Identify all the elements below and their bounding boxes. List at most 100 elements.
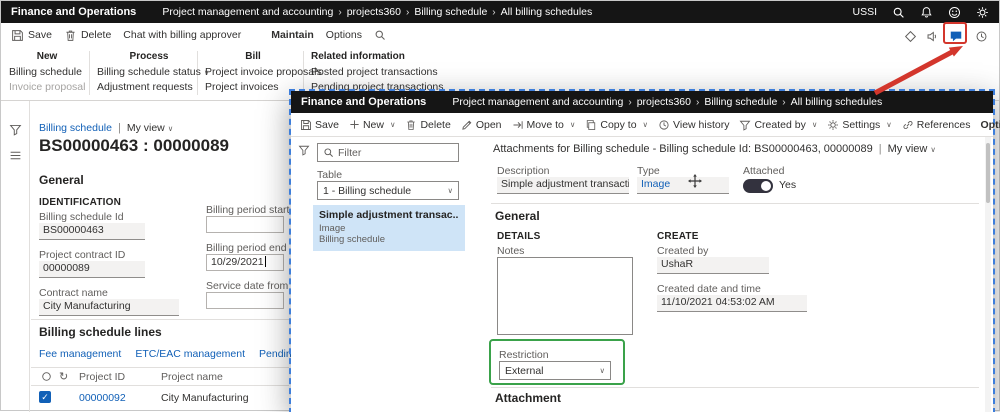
view-selector[interactable]: My view	[127, 122, 165, 134]
breadcrumb-item[interactable]: Billing schedule	[704, 96, 777, 108]
tab-maintain[interactable]: Maintain	[265, 23, 320, 47]
move-cursor-icon	[687, 173, 703, 189]
restriction-select[interactable]: External∨	[499, 361, 611, 380]
general-section-header[interactable]: General	[495, 209, 540, 223]
content-header: Attachments for Billing schedule - Billi…	[493, 143, 936, 155]
grid-col-project-name[interactable]: Project name	[161, 371, 223, 383]
breadcrumb-item[interactable]: projects360	[637, 96, 691, 108]
chevron-down-icon: ∨	[812, 120, 818, 129]
contract-name-field[interactable]: City Manufacturing	[39, 299, 179, 316]
type-field[interactable]: Image	[637, 177, 729, 194]
settings-button[interactable]: Settings∨	[822, 119, 896, 131]
project-invoice-proposals-button[interactable]: Project invoice proposals	[205, 65, 301, 80]
form-caption-link[interactable]: Billing schedule	[39, 122, 112, 134]
chevron-down-icon: ∨	[930, 145, 936, 154]
breadcrumb-separator-icon: ›	[782, 97, 785, 108]
service-date-from-field[interactable]	[206, 292, 284, 309]
breadcrumb-separator-icon: ›	[696, 97, 699, 108]
bell-icon[interactable]	[920, 6, 933, 19]
billing-period-end-field[interactable]: 10/29/2021	[206, 254, 284, 271]
posted-project-transactions-button[interactable]: Posted project transactions	[311, 65, 461, 80]
grid-row[interactable]: ✓ 00000092 City Manufacturing	[31, 386, 289, 412]
breadcrumb-item[interactable]: Project management and accounting	[162, 6, 333, 18]
copy-icon	[585, 119, 597, 131]
breadcrumb-item[interactable]: projects360	[347, 6, 401, 18]
created-datetime-field[interactable]: 11/10/2021 04:53:02 AM	[657, 295, 807, 312]
ribbon-group-new: New Billing schedule Invoice proposal	[9, 51, 85, 95]
view-history-icon[interactable]	[975, 30, 988, 43]
messages-icon[interactable]	[949, 29, 963, 43]
breadcrumb-item[interactable]: Project management and accounting	[452, 96, 623, 108]
new-billing-schedule-button[interactable]: Billing schedule	[9, 65, 85, 80]
tab-options[interactable]: Options	[320, 23, 368, 47]
grid-cell-project-id[interactable]: 00000092	[79, 392, 126, 404]
adjustment-requests-button[interactable]: Adjustment requests	[97, 80, 201, 95]
grid-col-project-id[interactable]: Project ID	[79, 371, 125, 383]
app-title[interactable]: Finance and Operations	[301, 96, 426, 108]
section-general-header[interactable]: General	[39, 173, 84, 187]
tab-list-menu-icon[interactable]	[9, 149, 22, 162]
attachment-item-title: Simple adjustment transac...	[319, 209, 459, 221]
billing-schedule-id-field[interactable]: BS00000463	[39, 223, 145, 240]
settings-gear-icon[interactable]	[976, 6, 989, 19]
attachment-section-header[interactable]: Attachment	[495, 391, 561, 405]
action-pane-search-icon[interactable]	[368, 23, 392, 47]
feedback-smiley-icon[interactable]	[948, 6, 961, 19]
tab-fee-management[interactable]: Fee management	[39, 348, 121, 360]
save-button[interactable]: Save	[5, 23, 58, 47]
announcements-icon[interactable]	[926, 30, 939, 43]
breadcrumb-item[interactable]: All billing schedules	[791, 96, 883, 108]
created-datetime-label: Created date and time	[657, 283, 761, 295]
copy-to-button[interactable]: Copy to∨	[580, 119, 653, 131]
search-icon[interactable]	[892, 6, 905, 19]
lines-section-header[interactable]: Billing schedule lines	[39, 325, 162, 339]
create-group-header: CREATE	[657, 231, 699, 242]
attached-toggle-value: Yes	[779, 179, 796, 191]
refresh-icon[interactable]: ↻	[59, 370, 68, 383]
filter-pane-funnel-icon[interactable]	[9, 123, 22, 136]
references-button[interactable]: References	[897, 119, 976, 131]
row-checkbox[interactable]: ✓	[39, 391, 51, 403]
rail-divider	[29, 101, 30, 412]
pencil-icon	[461, 119, 473, 131]
filter-input[interactable]: Filter	[317, 143, 459, 162]
attachment-list-item[interactable]: Simple adjustment transac... Image Billi…	[313, 205, 465, 251]
breadcrumb-separator-icon: ›	[406, 7, 409, 18]
scrollbar-thumb[interactable]	[986, 143, 990, 203]
filter-funnel-icon[interactable]	[298, 144, 310, 156]
move-to-button[interactable]: Move to∨	[507, 119, 581, 131]
table-select[interactable]: 1 - Billing schedule∨	[317, 181, 459, 200]
chevron-down-icon: ∨	[886, 120, 892, 129]
company-selector[interactable]: USSI	[852, 6, 877, 18]
save-button[interactable]: Save	[295, 119, 344, 131]
description-field[interactable]: Simple adjustment transactio...	[497, 177, 629, 194]
trash-icon	[405, 119, 417, 131]
app-title[interactable]: Finance and Operations	[11, 6, 136, 18]
power-apps-icon[interactable]	[904, 30, 917, 43]
view-selector[interactable]: My view	[888, 143, 928, 155]
project-contract-id-field[interactable]: 00000089	[39, 261, 145, 278]
tab-options[interactable]: Options	[976, 119, 1000, 131]
billing-period-start-field[interactable]	[206, 216, 284, 233]
delete-button[interactable]: Delete	[58, 23, 117, 47]
notes-textarea[interactable]	[497, 257, 633, 335]
link-icon	[902, 119, 914, 131]
section-divider	[491, 387, 979, 388]
notes-label: Notes	[497, 245, 524, 257]
attached-toggle[interactable]	[743, 179, 773, 193]
breadcrumb-item[interactable]: All billing schedules	[501, 6, 593, 18]
chat-with-billing-approver-button[interactable]: Chat with billing approver	[117, 23, 247, 47]
view-history-button[interactable]: View history	[653, 119, 734, 131]
breadcrumb-item[interactable]: Billing schedule	[414, 6, 487, 18]
created-by-field[interactable]: UshaR	[657, 257, 769, 274]
new-invoice-proposal-button[interactable]: Invoice proposal	[9, 80, 85, 95]
tab-etc-eac-management[interactable]: ETC/EAC management	[135, 348, 245, 360]
text-cursor	[265, 256, 266, 267]
open-button[interactable]: Open	[456, 119, 507, 131]
created-by-filter-button[interactable]: Created by∨	[734, 119, 822, 131]
select-all-icon[interactable]	[41, 371, 52, 382]
delete-button[interactable]: Delete	[400, 119, 455, 131]
project-invoices-button[interactable]: Project invoices	[205, 80, 301, 95]
new-button[interactable]: New∨	[344, 119, 401, 131]
billing-schedule-status-button[interactable]: Billing schedule status∨	[97, 65, 201, 80]
